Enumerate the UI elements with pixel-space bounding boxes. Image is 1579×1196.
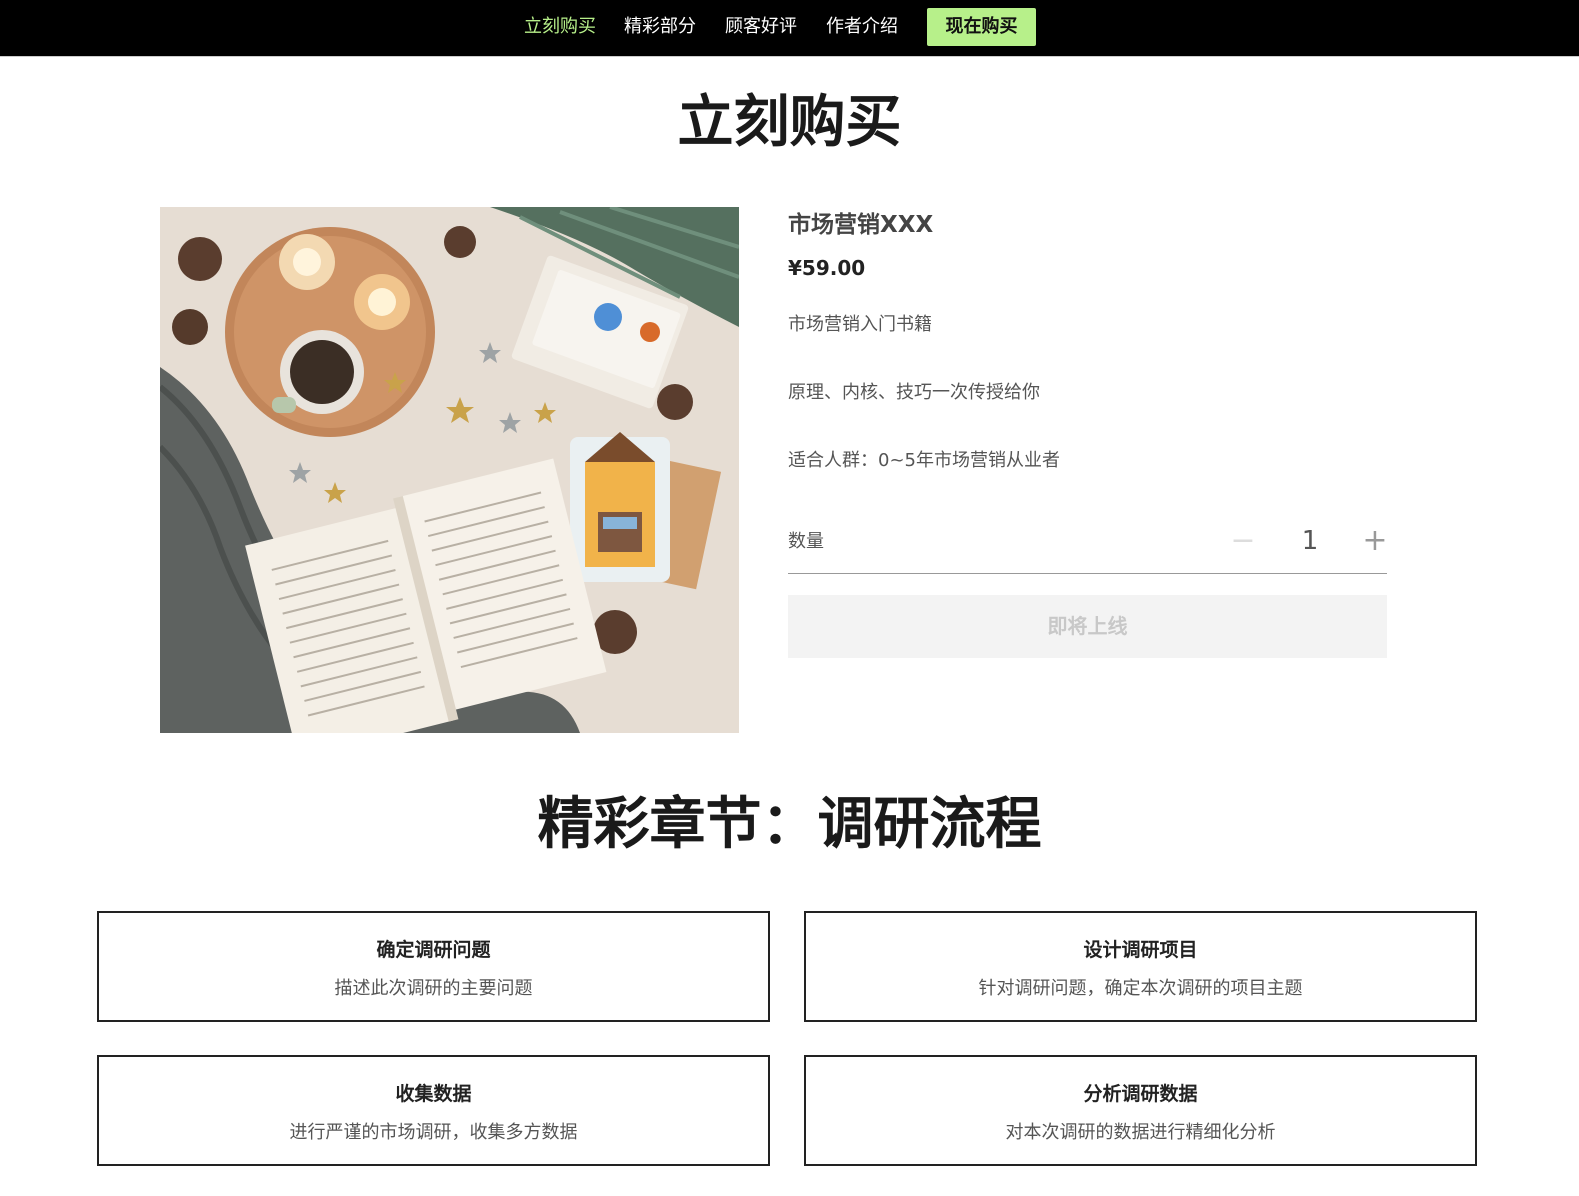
chapter-card-description: 对本次调研的数据进行精细化分析 [1005, 1122, 1276, 1143]
nav-link-buy-now[interactable]: 立刻购买 [524, 14, 596, 40]
chapter-card-title: 分析调研数据 [1083, 1083, 1198, 1105]
coming-soon-button[interactable]: 即将上线 [788, 595, 1387, 658]
product-description-2: 原理、内核、技巧一次传授给你 [788, 382, 1040, 403]
product-description-1: 市场营销入门书籍 [788, 314, 932, 335]
buy-section-title: 立刻购买 [677, 90, 902, 155]
quantity-value[interactable]: 1 [1295, 526, 1325, 556]
chapter-card: 收集数据 进行严谨的市场调研，收集多方数据 [97, 1055, 770, 1166]
chapter-card-title: 收集数据 [395, 1083, 472, 1105]
chapter-section-title: 精彩章节：调研流程 [537, 792, 1042, 857]
chapter-card-title: 确定调研问题 [376, 939, 491, 961]
product-image [160, 207, 739, 733]
product-price: ¥59.00 [788, 256, 866, 280]
quantity-label: 数量 [788, 531, 824, 552]
chapter-card-description: 针对调研问题，确定本次调研的项目主题 [978, 978, 1303, 999]
top-navigation-bar: 立刻购买 精彩部分 顾客好评 作者介绍 现在购买 [0, 0, 1579, 57]
product-name: 市场营销XXX [788, 212, 934, 238]
chapter-card-title: 设计调研项目 [1083, 939, 1198, 961]
chapter-card-description: 描述此次调研的主要问题 [334, 978, 533, 999]
quantity-divider [788, 573, 1387, 574]
chapter-card: 分析调研数据 对本次调研的数据进行精细化分析 [804, 1055, 1477, 1166]
book-photo-illustration [160, 207, 739, 733]
nav-link-author[interactable]: 作者介绍 [826, 14, 898, 40]
nav-link-highlights[interactable]: 精彩部分 [624, 14, 696, 40]
nav-buy-now-button[interactable]: 现在购买 [927, 8, 1036, 46]
nav-link-reviews[interactable]: 顾客好评 [725, 14, 797, 40]
quantity-decrease-button[interactable]: − [1228, 526, 1258, 556]
chapter-card-description: 进行严谨的市场调研，收集多方数据 [289, 1122, 578, 1143]
product-description-3: 适合人群：0~5年市场营销从业者 [788, 450, 1060, 471]
chapter-card: 确定调研问题 描述此次调研的主要问题 [97, 911, 770, 1022]
chapter-card: 设计调研项目 针对调研问题，确定本次调研的项目主题 [804, 911, 1477, 1022]
quantity-increase-button[interactable]: + [1360, 526, 1390, 556]
